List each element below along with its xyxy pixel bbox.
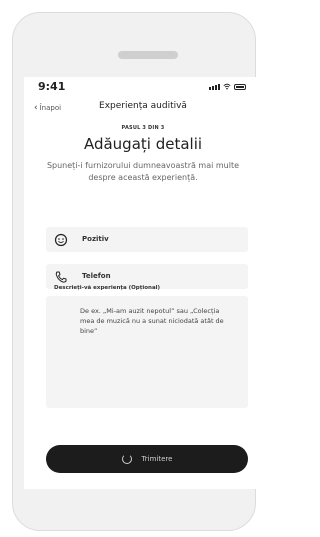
step-indicator: PASUL 3 DIN 3 (121, 125, 165, 131)
situation-label: Telefon (82, 272, 111, 280)
description-label: Descrieți-vă experiența (Opțional) (54, 285, 161, 291)
app-screen: 9:41 ‹ Înapoi Experiența auditivă PASUL … (24, 77, 262, 489)
status-icons (209, 83, 246, 90)
status-bar: 9:41 (24, 77, 262, 99)
status-time: 9:41 (38, 80, 66, 93)
experience-type-label: Pozitiv (82, 235, 109, 243)
nav-bar: ‹ Înapoi Experiența auditivă (24, 99, 262, 123)
submit-label: Trimitere (141, 455, 173, 463)
experience-type-field[interactable]: Pozitiv (46, 227, 248, 252)
page-subtitle: Spuneți-i furnizorului dumneavoastră mai… (46, 161, 240, 182)
page-title: Adăugați detalii (83, 135, 203, 153)
submit-button[interactable]: Trimitere (46, 445, 248, 473)
battery-icon (234, 84, 246, 90)
loading-spinner-icon (121, 454, 132, 464)
speaker-grille (118, 51, 178, 59)
description-textarea[interactable]: De ex. „Mi-am auzit nepotul” sau „Colecț… (46, 296, 248, 408)
phone-icon (55, 271, 67, 283)
description-placeholder: De ex. „Mi-am auzit nepotul” sau „Colecț… (80, 307, 224, 335)
smile-icon (54, 233, 68, 247)
wifi-icon (223, 83, 231, 90)
signal-icon (209, 84, 220, 90)
nav-title: Experiența auditivă (99, 101, 187, 111)
